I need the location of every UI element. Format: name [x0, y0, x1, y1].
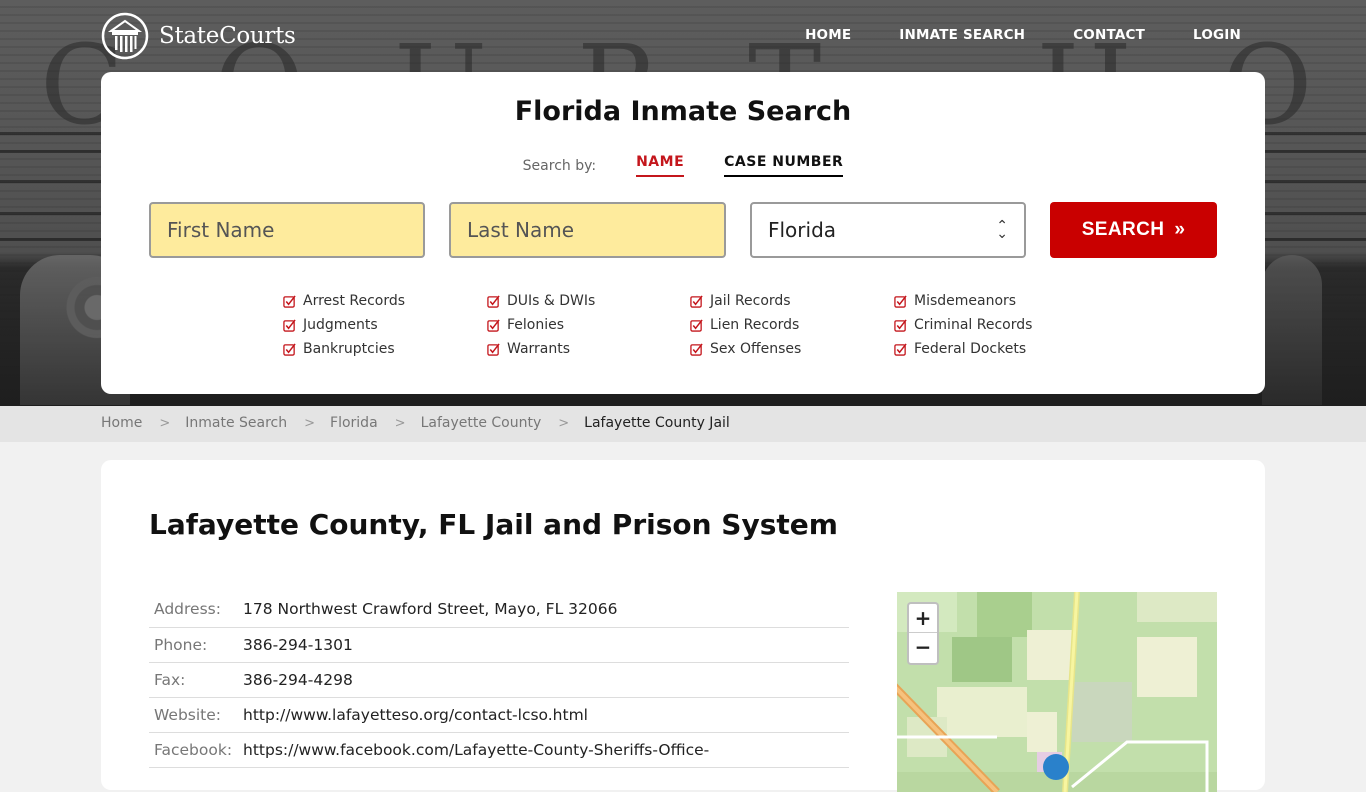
record-type-item: Misdemeanors [894, 292, 1094, 310]
facility-card: Lafayette County, FL Jail and Prison Sys… [101, 460, 1265, 792]
checkbox-checked-icon [690, 294, 703, 308]
state-select-value: Florida [768, 218, 837, 242]
record-type-label: Arrest Records [303, 293, 406, 309]
main-nav: HOME INMATE SEARCH CONTACT LOGIN [805, 27, 1241, 43]
checkbox-checked-icon [283, 294, 296, 308]
chevron-right-icon: > [558, 415, 570, 431]
record-type-item: DUIs & DWIs [487, 292, 690, 310]
nav-contact[interactable]: CONTACT [1073, 27, 1145, 43]
record-type-label: Bankruptcies [303, 341, 395, 357]
record-type-label: Federal Dockets [914, 341, 1027, 357]
location-map[interactable]: + − [897, 592, 1217, 792]
detail-row-facebook: Facebook: https://www.facebook.com/Lafay… [149, 732, 849, 768]
nav-inmate-search[interactable]: INMATE SEARCH [899, 27, 1025, 43]
map-tiles [897, 592, 1217, 792]
page-title: Lafayette County, FL Jail and Prison Sys… [149, 508, 838, 541]
search-card: Florida Inmate Search Search by: NAME CA… [101, 72, 1265, 394]
record-type-label: Jail Records [710, 293, 791, 309]
double-chevron-right-icon: » [1174, 219, 1186, 240]
record-type-item: Felonies [487, 316, 690, 334]
record-types-list: Arrest Records DUIs & DWIs Jail Records Mis… [283, 292, 1094, 358]
breadcrumb-bar: Home > Inmate Search > Florida > Lafayet… [0, 406, 1366, 442]
record-type-item: Sex Offenses [690, 340, 894, 358]
record-type-label: Misdemeanors [914, 293, 1017, 309]
courthouse-icon [101, 12, 149, 60]
checkbox-checked-icon [894, 318, 907, 332]
last-name-field [449, 202, 726, 258]
detail-row-fax: Fax: 386-294-4298 [149, 662, 849, 698]
checkbox-checked-icon [894, 294, 907, 308]
chevron-right-icon: > [159, 415, 171, 431]
checkbox-checked-icon [487, 342, 500, 356]
search-title: Florida Inmate Search [514, 96, 852, 127]
detail-key: Phone: [149, 627, 243, 663]
breadcrumb-inmate-search[interactable]: Inmate Search [185, 415, 287, 431]
search-button-label: SEARCH [1081, 219, 1165, 240]
record-type-item: Criminal Records [894, 316, 1094, 334]
checkbox-checked-icon [283, 318, 296, 332]
chevron-right-icon: > [304, 415, 316, 431]
record-type-item: Warrants [487, 340, 690, 358]
record-type-label: Criminal Records [914, 317, 1033, 333]
breadcrumb-current: Lafayette County Jail [584, 415, 730, 431]
brand-logo[interactable]: StateCourts [101, 12, 296, 60]
state-select[interactable]: Florida ⌃ ⌄ [750, 202, 1026, 258]
detail-value: 386-294-4298 [243, 662, 849, 698]
record-type-label: Felonies [507, 317, 565, 333]
brand-name: StateCourts [159, 23, 296, 49]
map-zoom-control: + − [907, 602, 939, 665]
checkbox-checked-icon [487, 294, 500, 308]
detail-key: Website: [149, 697, 243, 733]
zoom-out-button[interactable]: − [909, 633, 937, 662]
detail-row-website: Website: http://www.lafayetteso.org/cont… [149, 697, 849, 733]
search-button[interactable]: SEARCH » [1050, 202, 1217, 258]
select-updown-icon: ⌃ ⌄ [996, 218, 1008, 242]
nav-login[interactable]: LOGIN [1193, 27, 1241, 43]
record-type-label: Judgments [303, 317, 378, 333]
breadcrumb: Home > Inmate Search > Florida > Lafayet… [101, 415, 730, 431]
record-type-item: Bankruptcies [283, 340, 487, 358]
detail-row-address: Address: 178 Northwest Crawford Street, … [149, 592, 849, 628]
checkbox-checked-icon [487, 318, 500, 332]
breadcrumb-lafayette-county[interactable]: Lafayette County [421, 415, 542, 431]
checkbox-checked-icon [690, 318, 703, 332]
detail-row-phone: Phone: 386-294-1301 [149, 627, 849, 663]
record-type-item: Federal Dockets [894, 340, 1094, 358]
search-by-tabs: Search by: NAME CASE NUMBER [101, 154, 1265, 177]
breadcrumb-florida[interactable]: Florida [330, 415, 378, 431]
tab-name[interactable]: NAME [636, 154, 685, 177]
facility-details-table: Address: 178 Northwest Crawford Street, … [149, 592, 849, 768]
zoom-in-button[interactable]: + [909, 604, 937, 633]
record-type-label: DUIs & DWIs [507, 293, 596, 309]
detail-key: Fax: [149, 662, 243, 698]
breadcrumb-home[interactable]: Home [101, 415, 142, 431]
last-name-input[interactable] [467, 218, 708, 242]
detail-key: Facebook: [149, 732, 243, 768]
checkbox-checked-icon [690, 342, 703, 356]
record-type-item: Judgments [283, 316, 487, 334]
detail-value: 178 Northwest Crawford Street, Mayo, FL … [243, 592, 849, 628]
first-name-input[interactable] [167, 218, 407, 242]
record-type-label: Warrants [507, 341, 571, 357]
record-type-item: Arrest Records [283, 292, 487, 310]
nav-home[interactable]: HOME [805, 27, 851, 43]
facebook-link[interactable]: https://www.facebook.com/Lafayette-Count… [243, 741, 709, 759]
record-type-item: Jail Records [690, 292, 894, 310]
record-type-label: Sex Offenses [710, 341, 802, 357]
detail-key: Address: [149, 592, 243, 628]
chevron-right-icon: > [394, 415, 406, 431]
record-type-label: Lien Records [710, 317, 800, 333]
first-name-field [149, 202, 425, 258]
record-type-item: Lien Records [690, 316, 894, 334]
detail-value: 386-294-1301 [243, 627, 849, 663]
tab-case-number[interactable]: CASE NUMBER [724, 154, 844, 177]
column-capital-right [1262, 255, 1322, 405]
checkbox-checked-icon [283, 342, 296, 356]
checkbox-checked-icon [894, 342, 907, 356]
website-link[interactable]: http://www.lafayetteso.org/contact-lcso.… [243, 706, 588, 724]
search-by-label: Search by: [522, 157, 597, 174]
